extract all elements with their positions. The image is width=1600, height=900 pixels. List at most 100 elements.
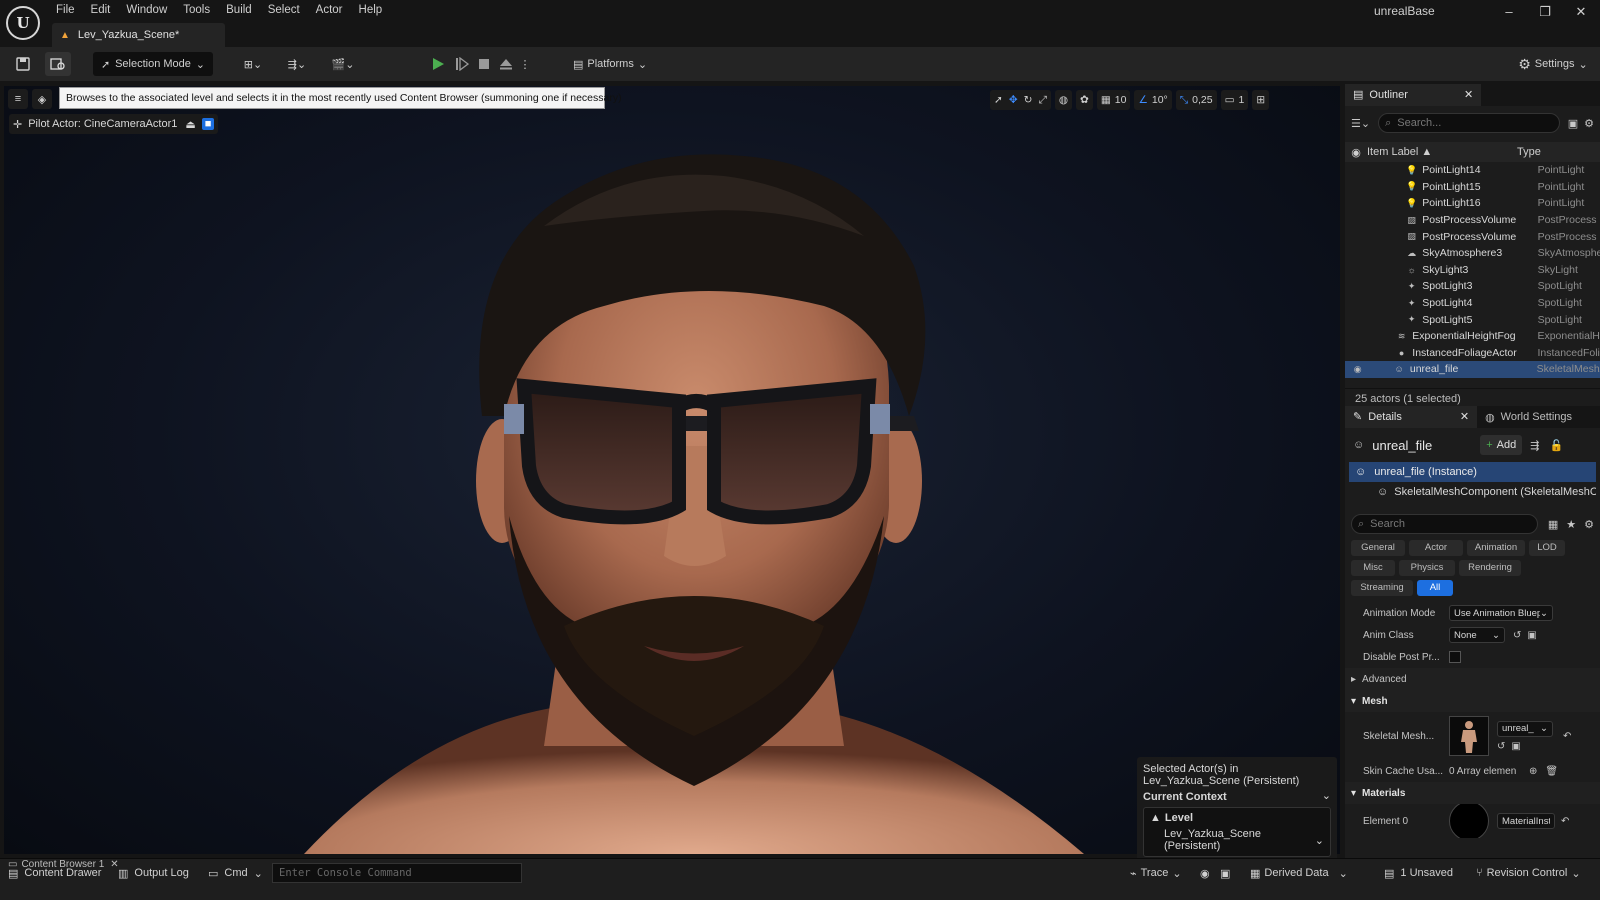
translate-tool-icon[interactable]: ✥ <box>1009 94 1018 106</box>
browse-icon[interactable]: ▣ <box>1511 741 1520 752</box>
outliner-search-input[interactable]: ⌕ Search... <box>1378 113 1560 133</box>
trace-dropdown[interactable]: ⌁ Trace ⌄ <box>1130 863 1182 883</box>
rotate-tool-icon[interactable]: ↻ <box>1024 94 1033 106</box>
animation-mode-combo[interactable]: Use Animation Blueprint⌄ <box>1449 605 1553 621</box>
blueprint-icon[interactable]: ⇶⌄ <box>280 52 314 76</box>
camera-speed-value[interactable]: 1 <box>1239 94 1245 106</box>
actor-name[interactable]: unreal_file <box>1372 438 1480 453</box>
filter-misc[interactable]: Misc <box>1351 560 1395 576</box>
play-icon[interactable] <box>428 52 448 76</box>
outliner-row[interactable]: 💡 PointLight15 PointLight <box>1345 179 1600 196</box>
unreal-logo[interactable]: U <box>6 6 40 40</box>
visibility-header-icon[interactable]: ◉ <box>1345 146 1367 159</box>
material-combo[interactable]: MaterialInsta <box>1497 813 1555 829</box>
select-tool-icon[interactable]: ➚ <box>994 94 1003 106</box>
stop-icon[interactable] <box>474 52 494 76</box>
menu-build[interactable]: Build <box>218 0 260 20</box>
reset-to-default-icon[interactable]: ↶ <box>1563 731 1571 742</box>
details-tab[interactable]: ✎ Details ✕ <box>1345 406 1478 428</box>
level-viewport[interactable] <box>4 86 1340 854</box>
scale-snap-icon[interactable]: ⤡ <box>1180 94 1188 107</box>
browse-level-icon[interactable] <box>45 52 71 76</box>
platforms-dropdown[interactable]: ▤ Platforms ⌄ <box>568 52 652 76</box>
add-folder-icon[interactable]: ▣ <box>1568 117 1578 130</box>
menu-help[interactable]: Help <box>351 0 391 20</box>
outliner-row[interactable]: ▨ PostProcessVolume PostProcess <box>1345 212 1600 229</box>
eject-pilot-icon[interactable]: ⏏ <box>185 118 195 131</box>
output-log-button[interactable]: ▥ Output Log <box>118 863 189 883</box>
advanced-section[interactable]: ▸ Advanced <box>1345 668 1600 690</box>
outliner-row[interactable]: ✦ SpotLight5 SpotLight <box>1345 311 1600 328</box>
selection-mode-dropdown[interactable]: ➚ Selection Mode ⌄ <box>93 52 213 76</box>
settings-dropdown[interactable]: ⚙ Settings ⌄ <box>1510 52 1596 76</box>
reset-icon[interactable]: ↺ <box>1513 630 1521 641</box>
console-input[interactable]: Enter Console Command <box>272 863 522 883</box>
rotation-snap-icon[interactable]: ∠ <box>1138 94 1147 106</box>
menu-actor[interactable]: Actor <box>308 0 351 20</box>
skeletal-mesh-combo[interactable]: unreal_ ⌄ <box>1497 720 1553 737</box>
filter-actor[interactable]: Actor <box>1409 540 1463 556</box>
reset-to-default-icon[interactable]: ↶ <box>1561 816 1569 827</box>
filter-streaming[interactable]: Streaming <box>1351 580 1413 596</box>
outliner-row[interactable]: ☁ SkyAtmosphere3 SkyAtmosphere <box>1345 245 1600 262</box>
content-drawer-button[interactable]: ▤ Content Drawer <box>8 863 101 883</box>
camera-speed-icon[interactable]: ▭ <box>1225 94 1235 106</box>
rotation-snap-value[interactable]: 10° <box>1152 94 1168 106</box>
item-label-column[interactable]: Item Label ▲ <box>1367 146 1517 158</box>
mesh-section[interactable]: ▾ Mesh <box>1345 690 1600 712</box>
outliner-row[interactable]: ▨ PostProcessVolume PostProcess <box>1345 228 1600 245</box>
screenshot-icon[interactable]: ▣ <box>1220 863 1230 883</box>
revision-control-dropdown[interactable]: ⑂ Revision Control ⌄ <box>1476 863 1581 883</box>
add-component-button[interactable]: + Add <box>1480 435 1523 455</box>
derived-data-dropdown[interactable]: ▦ Derived Data ⌄ <box>1250 863 1348 883</box>
menu-tools[interactable]: Tools <box>175 0 218 20</box>
viewport-layout-icon[interactable]: ⊞ <box>1256 94 1265 106</box>
hamburger-menu-icon[interactable]: ≡ <box>8 89 28 109</box>
cinematics-icon[interactable]: 🎬⌄ <box>326 52 360 76</box>
filter-rendering[interactable]: Rendering <box>1459 560 1521 576</box>
more-options-icon[interactable]: ⋮ <box>518 52 532 76</box>
filter-all[interactable]: All <box>1417 580 1453 596</box>
menu-edit[interactable]: Edit <box>83 0 119 20</box>
table-view-icon[interactable]: ▦ <box>1548 518 1558 531</box>
eject-icon[interactable] <box>496 52 516 76</box>
star-icon[interactable]: ★ <box>1566 518 1576 531</box>
level-tab[interactable]: ▲ Lev_Yazkua_Scene* <box>52 23 225 47</box>
scale-tool-icon[interactable]: ⤢ <box>1038 94 1046 107</box>
outliner-settings-icon[interactable]: ⚙ <box>1584 117 1594 130</box>
blueprint-icon[interactable]: ⇶ <box>1530 439 1539 452</box>
menu-select[interactable]: Select <box>260 0 308 20</box>
perspective-cube-icon[interactable]: ◈ <box>32 89 52 109</box>
filter-animation[interactable]: Animation <box>1467 540 1525 556</box>
outliner-row[interactable]: ✦ SpotLight3 SpotLight <box>1345 278 1600 295</box>
unsaved-button[interactable]: ▤ 1 Unsaved <box>1384 863 1453 883</box>
world-space-icon[interactable]: ◍ <box>1059 94 1068 106</box>
add-element-icon[interactable]: ⊕ <box>1529 766 1537 777</box>
world-settings-tab[interactable]: ◍ World Settings <box>1477 411 1580 424</box>
grid-snap-value[interactable]: 10 <box>1115 94 1127 106</box>
materials-section[interactable]: ▾ Materials <box>1345 782 1600 804</box>
trash-icon[interactable]: 🗑 <box>1545 766 1558 777</box>
filter-lod[interactable]: LOD <box>1529 540 1565 556</box>
grid-snap-icon[interactable]: ▦ <box>1101 94 1111 106</box>
outliner-row-selected[interactable]: ◉ ☺ unreal_file SkeletalMeshActor <box>1345 361 1600 378</box>
restore-icon[interactable]: ❐ <box>1530 4 1560 20</box>
save-icon[interactable] <box>12 52 34 76</box>
outliner-row[interactable]: 💡 PointLight16 PointLight <box>1345 195 1600 212</box>
camera-view-icon[interactable]: ■ <box>201 118 215 130</box>
chevron-down-icon[interactable]: ⌄ <box>1315 834 1324 847</box>
browse-icon[interactable]: ▣ <box>1527 630 1536 641</box>
close-tab-icon[interactable]: ✕ <box>1464 84 1473 106</box>
level-context-box[interactable]: ▲ Level Lev_Yazkua_Scene (Persistent) ⌄ <box>1143 807 1331 857</box>
cmd-dropdown[interactable]: ▭ Cmd ⌄ <box>208 863 263 883</box>
scale-snap-value[interactable]: 0,25 <box>1192 94 1212 106</box>
step-icon[interactable] <box>452 52 472 76</box>
use-selected-icon[interactable]: ↺ <box>1497 741 1505 752</box>
material-thumbnail[interactable] <box>1449 804 1489 838</box>
disable-post-checkbox[interactable] <box>1449 651 1461 663</box>
outliner-tab[interactable]: ▤ Outliner ✕ <box>1345 84 1482 106</box>
filter-physics[interactable]: Physics <box>1399 560 1455 576</box>
details-settings-icon[interactable]: ⚙ <box>1584 518 1594 531</box>
surface-snap-icon[interactable]: ✿ <box>1080 94 1089 106</box>
component-row[interactable]: ☺ SkeletalMeshComponent (SkeletalMeshCom… <box>1349 482 1596 502</box>
